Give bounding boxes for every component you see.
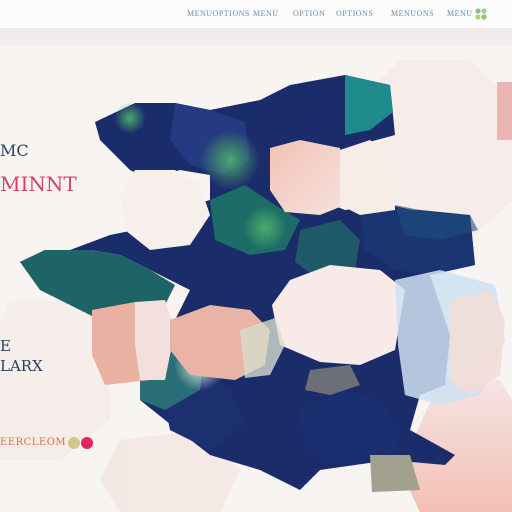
hero-subheading-line-1: E [0, 337, 11, 355]
carousel-dot-1[interactable] [68, 437, 80, 449]
hero-cta-link[interactable]: EERCLEOM [0, 437, 66, 448]
hero-subheading-line-2: LARX [0, 357, 43, 375]
carousel-dot-2[interactable] [81, 437, 93, 449]
nav-item-menu[interactable]: MENU [253, 9, 279, 19]
nav-item-menuoptions[interactable]: MENUOPTIONS [187, 9, 250, 19]
nav-item-option[interactable]: OPTION [293, 9, 325, 19]
nav-item-menu-secondary[interactable]: MENU [447, 9, 473, 19]
hero-heading-line-1: MC [0, 141, 29, 160]
nav-item-menuons[interactable]: MENUONS [391, 9, 434, 19]
hexagon-shape [497, 82, 512, 140]
clover-icon[interactable] [474, 7, 488, 21]
header-divider-band [0, 28, 512, 46]
top-navigation-bar: MENUOPTIONS MENU OPTION OPTIONS MENUONS … [0, 0, 512, 28]
nav-item-options[interactable]: OPTIONS [336, 9, 373, 19]
hero-heading-line-2: MINNT [0, 172, 77, 196]
